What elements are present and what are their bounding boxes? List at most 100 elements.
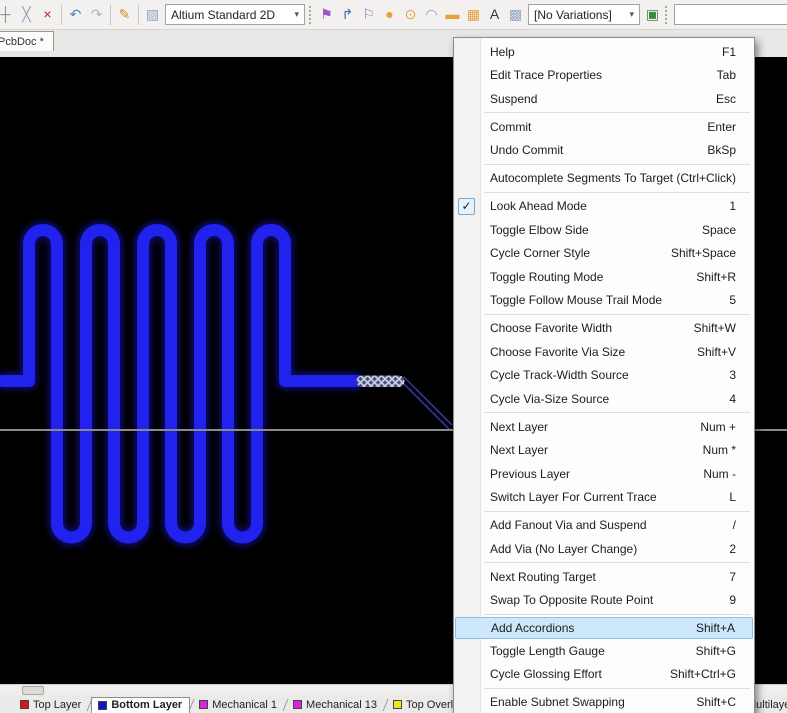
layer-tab-mechanical-1[interactable]: Mechanical 1 — [193, 697, 284, 713]
menu-item-label: Next Layer — [490, 443, 548, 457]
menu-item-shortcut: Shift+C — [684, 695, 736, 709]
menu-item-commit[interactable]: CommitEnter — [454, 115, 754, 139]
menu-item-previous-layer[interactable]: Previous Layer Num - — [454, 462, 754, 486]
menu-item-edit-trace-properties[interactable]: Edit Trace PropertiesTab — [454, 64, 754, 88]
menu-item-shortcut: Shift+V — [685, 345, 736, 359]
menu-item-cycle-corner-style[interactable]: Cycle Corner StyleShift+Space — [454, 242, 754, 266]
menu-item-label: Undo Commit — [490, 143, 563, 157]
menu-item-shortcut: 4 — [717, 392, 736, 406]
menu-item-next-layer[interactable]: Next LayerNum + — [454, 415, 754, 439]
fill-rect-icon[interactable]: ▬ — [442, 4, 463, 25]
layer-color-swatch — [98, 701, 107, 710]
menu-item-shortcut: Num - — [691, 467, 736, 481]
menu-item-shortcut: / — [721, 518, 736, 532]
layer-color-swatch — [393, 700, 402, 709]
menu-item-label: Add Accordions — [491, 621, 574, 635]
menu-item-add-accordions[interactable]: Add AccordionsShift+A — [455, 617, 753, 640]
menu-item-suspend[interactable]: SuspendEsc — [454, 87, 754, 111]
selected-segment-hatch — [357, 376, 405, 388]
context-menu-items: HelpF1Edit Trace PropertiesTabSuspendEsc… — [454, 40, 754, 713]
document-tab[interactable]: PcbDoc * — [0, 31, 54, 51]
crosshair-icon[interactable]: ┼ — [0, 4, 16, 25]
menu-item-shortcut: F1 — [710, 45, 736, 59]
menu-item-enable-subnet-swapping[interactable]: Enable Subnet Swapping Shift+C — [454, 691, 754, 713]
menu-item-toggle-routing-mode[interactable]: Toggle Routing ModeShift+R — [454, 265, 754, 289]
main-toolbar: ┼╳× ↶↷ ✎ ▨ Altium Standard 2D ▾ ⚑↱⚐●⊙◠▬▦A▩[No … — [0, 0, 787, 30]
pad-array-icon[interactable]: ▦ — [463, 4, 484, 25]
undo-icon[interactable]: ↶ — [65, 4, 86, 25]
layer-tab-label: Top Layer — [33, 699, 81, 711]
text-string-icon[interactable]: A — [484, 4, 505, 25]
menu-item-choose-favorite-via-size[interactable]: Choose Favorite Via SizeShift+V — [454, 340, 754, 364]
menu-item-toggle-length-gauge[interactable]: Toggle Length Gauge Shift+G — [454, 639, 754, 663]
menu-item-label: Enable Subnet Swapping — [490, 695, 625, 709]
menu-item-shortcut: Enter — [695, 120, 736, 134]
component-icon[interactable]: ▩ — [505, 4, 526, 25]
clear-filter-icon[interactable]: × — [37, 4, 58, 25]
menu-item-look-ahead-mode[interactable]: ✓Look Ahead Mode1 — [454, 195, 754, 219]
menu-item-undo-commit[interactable]: Undo Commit BkSp — [454, 139, 754, 163]
menu-item-shortcut: 5 — [717, 293, 736, 307]
menu-item-shortcut: Shift+G — [684, 644, 736, 658]
menu-item-add-fanout-via-and-suspend[interactable]: Add Fanout Via and Suspend/ — [454, 514, 754, 538]
view-mode-select[interactable]: Altium Standard 2D ▾ — [165, 4, 305, 25]
menu-item-label: Switch Layer For Current Trace — [490, 490, 657, 504]
menu-item-autocomplete-segments-to-target-ctrl-click[interactable]: Autocomplete Segments To Target (Ctrl+Cl… — [454, 167, 754, 191]
menu-item-next-routing-target[interactable]: Next Routing Target7 — [454, 565, 754, 589]
chevron-down-icon: ▾ — [288, 9, 299, 20]
toolbar-drag-handle[interactable] — [309, 6, 312, 24]
view-mode-select-value: Altium Standard 2D — [171, 8, 275, 22]
layer-color-swatch — [199, 700, 208, 709]
menu-item-shortcut: Shift+W — [682, 321, 736, 335]
layer-tab-label: Mechanical 13 — [306, 699, 377, 711]
arc-icon[interactable]: ◠ — [421, 4, 442, 25]
menu-item-shortcut: Shift+R — [684, 270, 736, 284]
altium-pcb-editor-window: ┼╳× ↶↷ ✎ ▨ Altium Standard 2D ▾ ⚑↱⚐●⊙◠▬▦A▩[No … — [0, 0, 787, 713]
dot-icon[interactable]: ● — [379, 4, 400, 25]
layer-tab-mechanical-13[interactable]: Mechanical 13 — [287, 697, 384, 713]
menu-item-shortcut: Tab — [705, 68, 736, 82]
menu-item-shortcut: BkSp — [695, 143, 736, 157]
board-pattern-icon[interactable]: ▨ — [142, 4, 163, 25]
keepout-icon[interactable]: ⊙ — [400, 4, 421, 25]
document-tab-label: PcbDoc * — [0, 36, 44, 48]
route-flag-icon[interactable]: ⚑ — [316, 4, 337, 25]
variations-select[interactable]: [No Variations]▾ — [528, 4, 640, 25]
menu-item-switch-layer-for-current-trace[interactable]: Switch Layer For Current Trace L — [454, 486, 754, 510]
layer-tab-label: Mechanical 1 — [212, 699, 277, 711]
menu-item-shortcut: L — [717, 490, 736, 504]
extra-select[interactable]: ▾ — [674, 4, 787, 25]
menu-item-toggle-elbow-side[interactable]: Toggle Elbow SideSpace — [454, 218, 754, 242]
menu-item-shortcut: 3 — [717, 368, 736, 382]
menu-item-cycle-glossing-effort[interactable]: Cycle Glossing EffortShift+Ctrl+G — [454, 663, 754, 687]
menu-item-cycle-track-width-source[interactable]: Cycle Track-Width Source3 — [454, 364, 754, 388]
menu-item-label: Swap To Opposite Route Point — [490, 593, 653, 607]
menu-separator — [484, 412, 750, 413]
route-style-icon[interactable]: ⚐ — [358, 4, 379, 25]
menu-item-next-layer[interactable]: Next LayerNum * — [454, 439, 754, 463]
toolbar-drag-handle[interactable] — [665, 6, 668, 24]
menu-item-toggle-follow-mouse-trail-mode[interactable]: Toggle Follow Mouse Trail Mode5 — [454, 289, 754, 313]
lookahead-line — [404, 377, 452, 425]
menu-item-label: Toggle Length Gauge — [490, 644, 605, 658]
layer-tab-bottom-layer[interactable]: Bottom Layer — [91, 697, 190, 713]
menu-separator — [484, 314, 750, 315]
route-direction-icon[interactable]: ↱ — [337, 4, 358, 25]
selected-track-segment — [357, 376, 405, 388]
snap-points-icon[interactable]: ╳ — [16, 4, 37, 25]
wand-icon[interactable]: ✎ — [114, 4, 135, 25]
menu-item-label: Previous Layer — [490, 467, 570, 481]
menu-item-add-via-no-layer-change[interactable]: Add Via (No Layer Change)2 — [454, 537, 754, 561]
menu-item-label: Suspend — [490, 92, 537, 106]
menu-item-swap-to-opposite-route-point[interactable]: Swap To Opposite Route Point9 — [454, 589, 754, 613]
lookahead-line — [404, 384, 450, 430]
scrollbar-thumb[interactable] — [22, 686, 44, 695]
menu-item-choose-favorite-width[interactable]: Choose Favorite WidthShift+W — [454, 317, 754, 341]
variant-chip-icon[interactable]: ▣ — [642, 4, 663, 25]
context-menu: HelpF1Edit Trace PropertiesTabSuspendEsc… — [453, 37, 755, 713]
menu-item-help[interactable]: HelpF1 — [454, 40, 754, 64]
layer-tab-top-layer[interactable]: Top Layer — [14, 697, 88, 713]
menu-item-cycle-via-size-source[interactable]: Cycle Via-Size Source4 — [454, 387, 754, 411]
layer-color-swatch — [20, 700, 29, 709]
redo-icon[interactable]: ↷ — [86, 4, 107, 25]
